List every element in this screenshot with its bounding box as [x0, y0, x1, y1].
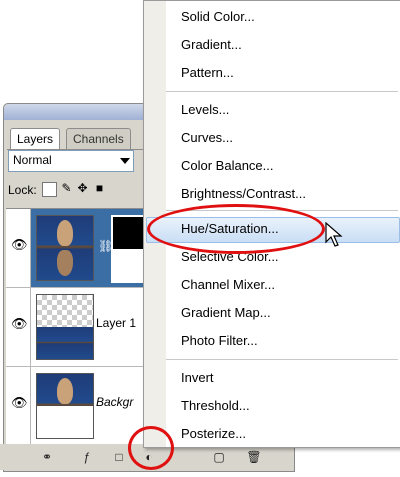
lock-all-padlock-icon[interactable]: ■ — [93, 182, 106, 195]
visibility-toggle[interactable]: 👁 — [6, 367, 31, 445]
menu-item-invert[interactable]: Invert — [181, 368, 214, 388]
arrow-cursor-icon — [325, 222, 343, 247]
lock-transparency-icon[interactable] — [42, 182, 57, 197]
menu-item-solid-color[interactable]: Solid Color... — [181, 7, 255, 27]
layer-thumbnail — [36, 215, 94, 281]
menu-item-threshold[interactable]: Threshold... — [181, 396, 250, 416]
new-layer-icon[interactable]: ▢ — [210, 449, 228, 465]
menu-item-levels[interactable]: Levels... — [181, 100, 229, 120]
layer-name: Layer 1 — [96, 316, 137, 330]
menu-item-gradient-map[interactable]: Gradient Map... — [181, 303, 271, 323]
menu-item-posterize[interactable]: Posterize... — [181, 424, 246, 444]
portrait-reflection — [57, 250, 73, 276]
link-layers-icon[interactable]: ⚭ — [38, 449, 56, 465]
menu-item-curves[interactable]: Curves... — [181, 128, 233, 148]
menu-item-channel-mixer[interactable]: Channel Mixer... — [181, 275, 275, 295]
layer-style-fx-icon[interactable]: ƒ — [78, 449, 96, 465]
tab-layers[interactable]: Layers — [10, 128, 61, 149]
eye-icon: 👁 — [11, 316, 28, 331]
menu-item-color-balance[interactable]: Color Balance... — [181, 156, 274, 176]
menu-item-gradient[interactable]: Gradient... — [181, 35, 242, 55]
add-mask-icon[interactable]: □ — [110, 449, 128, 465]
trash-icon[interactable]: 🗑 — [245, 449, 263, 465]
lock-label: Lock: — [8, 183, 37, 197]
lock-image-brush-icon[interactable]: ✎ — [60, 182, 73, 195]
layer-thumbnail — [36, 294, 94, 360]
white-canvas-area — [37, 406, 93, 438]
annotation-circle-adjustment-button — [128, 426, 174, 470]
menu-item-brightness-contrast[interactable]: Brightness/Contrast... — [181, 184, 306, 204]
eye-icon: 👁 — [11, 237, 28, 252]
eye-icon: 👁 — [11, 395, 28, 410]
tab-channels[interactable]: Channels — [66, 128, 131, 149]
blend-mode-value: Normal — [13, 153, 52, 167]
portrait-figure — [57, 378, 73, 404]
layer-name: Backgr — [96, 395, 134, 409]
chevron-down-icon — [120, 158, 130, 164]
annotation-circle-hue-saturation — [147, 204, 325, 254]
menu-separator — [166, 91, 398, 92]
menu-separator — [166, 359, 398, 360]
blend-mode-select[interactable]: Normal — [8, 150, 134, 172]
visibility-toggle[interactable]: 👁 — [6, 288, 31, 366]
visibility-toggle[interactable]: 👁 — [6, 209, 31, 287]
portrait-figure — [57, 220, 73, 246]
thumbnail-reflection — [37, 327, 93, 359]
menu-item-pattern[interactable]: Pattern... — [181, 63, 234, 83]
menu-item-photo-filter[interactable]: Photo Filter... — [181, 331, 258, 351]
layer-thumbnail — [36, 373, 94, 439]
lock-position-move-icon[interactable]: ✥ — [76, 182, 89, 195]
